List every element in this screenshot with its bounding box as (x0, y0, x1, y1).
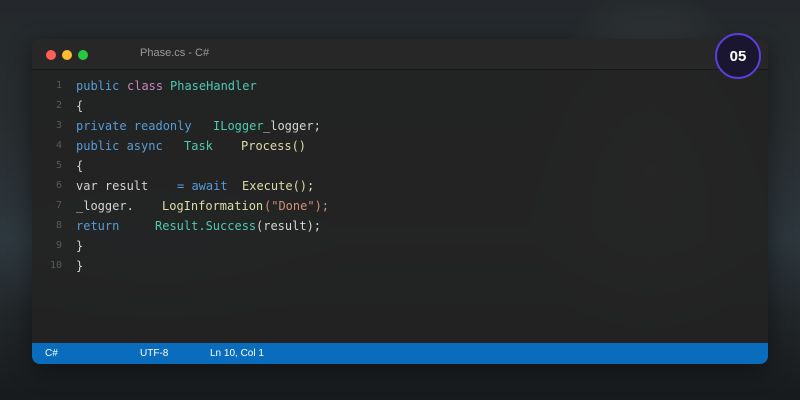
code-token: LogInformation (162, 199, 264, 213)
code-token: _logger; (263, 119, 321, 133)
code-token: (result); (256, 219, 322, 233)
code-line: 4 public async Task Process() (32, 136, 768, 156)
code-token: Result.Success (155, 219, 257, 233)
code-token: private readonly (76, 119, 192, 133)
code-token: PhaseHandler (170, 79, 257, 93)
file-title: Phase.cs - C# (140, 47, 210, 59)
code-token: _logger. (76, 199, 134, 213)
code-line: 6 var result = await Execute(); (32, 176, 768, 196)
code-line: 10} (32, 256, 768, 276)
status-bar: C# UTF-8 Ln 10, Col 1 (32, 343, 768, 364)
status-cursor-position[interactable]: Ln 10, Col 1 (210, 348, 264, 359)
line-number: 7 (55, 200, 62, 211)
code-line: 3 private readonly ILogger _logger; (32, 116, 768, 136)
code-token: public async (76, 139, 163, 153)
code-line: 8 return Result.Success (result); (32, 216, 768, 236)
code-token: { (76, 99, 84, 113)
code-line: 9} (32, 236, 768, 256)
code-line: 7 _logger. LogInformation ("Done"); (32, 196, 768, 216)
line-number: 4 (55, 140, 62, 151)
code-token: public (76, 79, 120, 93)
line-number: 10 (49, 260, 62, 271)
status-encoding[interactable]: UTF-8 (140, 348, 168, 359)
line-number: 1 (55, 80, 62, 91)
code-area[interactable]: 1 public class PhaseHandler 2{3 private reado… (32, 76, 768, 276)
code-token: { (76, 159, 84, 173)
code-token: } (76, 239, 84, 253)
line-number: 5 (55, 160, 62, 171)
line-number: 9 (55, 240, 62, 251)
code-line: 1 public class PhaseHandler (32, 76, 768, 96)
code-token: = await (177, 179, 228, 193)
code-token: Process() (241, 139, 307, 153)
line-number: 3 (55, 120, 62, 131)
code-line: 2{ (32, 96, 768, 116)
code-token: ("Done"); (264, 199, 330, 213)
code-token: return (76, 219, 120, 233)
code-token: class (127, 79, 164, 93)
code-token: } (76, 259, 84, 273)
code-token: Execute(); (242, 179, 315, 193)
code-line: 5{ (32, 156, 768, 176)
line-number: 8 (55, 220, 62, 231)
close-window-button[interactable] (46, 50, 56, 60)
code-token: ILogger (213, 119, 264, 133)
code-token: Task (184, 139, 213, 153)
status-language[interactable]: C# (45, 348, 58, 359)
line-number: 2 (55, 100, 62, 111)
title-bar: Phase.cs - C# (32, 39, 768, 70)
line-number: 6 (55, 180, 62, 191)
maximize-window-button[interactable] (78, 50, 88, 60)
code-token: var result (76, 179, 149, 193)
code-editor-window: Phase.cs - C# 1 public class PhaseHandler 2{… (32, 39, 768, 364)
minimize-window-button[interactable] (62, 50, 72, 60)
step-number-badge: 05 (715, 33, 761, 79)
